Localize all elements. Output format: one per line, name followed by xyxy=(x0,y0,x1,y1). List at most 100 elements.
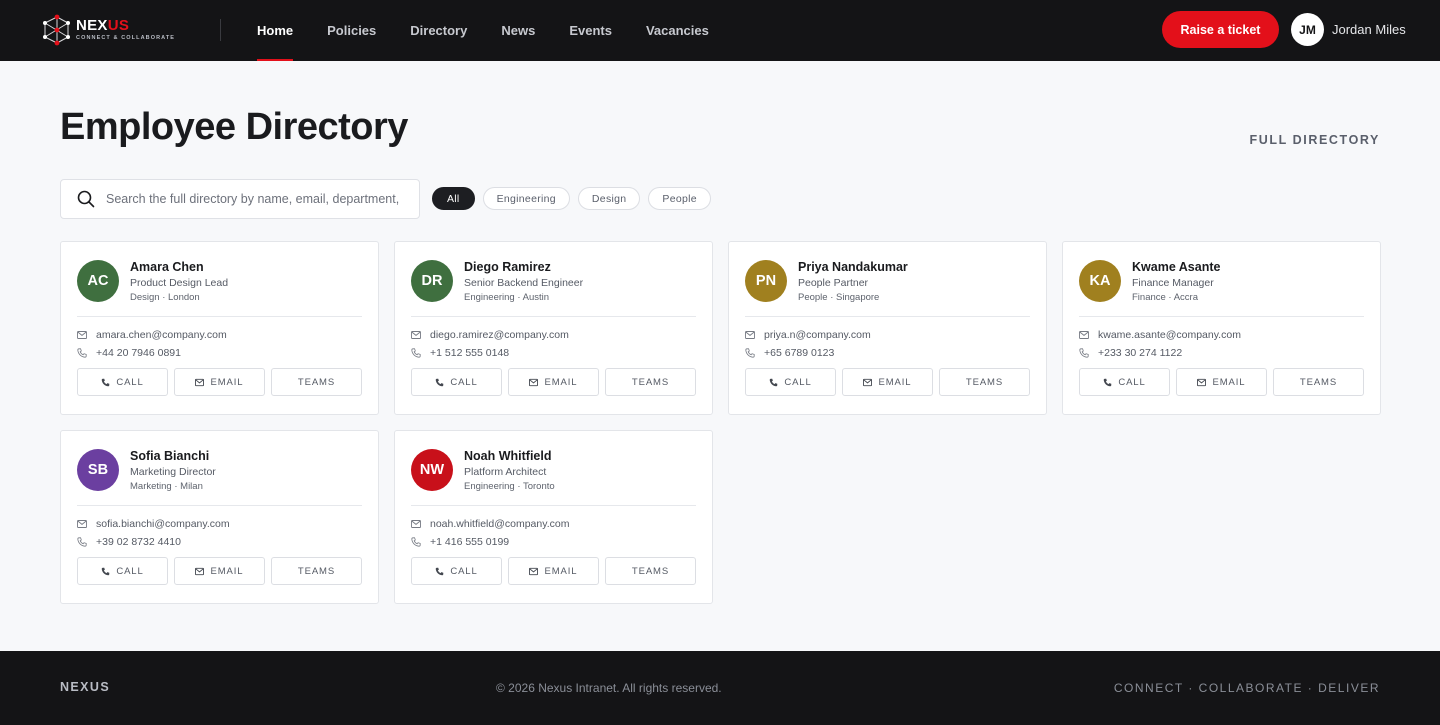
card-divider xyxy=(411,316,696,317)
teams-button[interactable]: TEAMS xyxy=(271,557,362,585)
employee-email-row: priya.n@company.com xyxy=(745,326,1030,344)
employee-card: KA Kwame Asante Finance Manager Finance · A… xyxy=(1062,241,1381,415)
footer-tagline: CONNECT · COLLABORATE · DELIVER xyxy=(1113,681,1380,695)
employee-email-row: noah.whitfield@company.com xyxy=(411,515,696,533)
employee-avatar: SB xyxy=(77,449,119,491)
employee-phone[interactable]: +65 6789 0123 xyxy=(764,347,834,359)
call-button[interactable]: CALL xyxy=(77,557,168,585)
mail-icon xyxy=(77,331,87,339)
employee-role: People Partner xyxy=(798,277,869,289)
employee-email-row: diego.ramirez@company.com xyxy=(411,326,696,344)
employee-email[interactable]: diego.ramirez@company.com xyxy=(430,329,569,341)
employee-avatar: NW xyxy=(411,449,453,491)
brand-logo[interactable]: NEXUS CONNECT & COLLABORATE xyxy=(40,13,175,47)
employee-role: Senior Backend Engineer xyxy=(464,277,584,289)
employee-avatar: KA xyxy=(1079,260,1121,302)
phone-icon xyxy=(1104,378,1112,386)
user-menu[interactable]: JM Jordan Miles xyxy=(1291,13,1406,46)
employee-name[interactable]: Noah Whitfield xyxy=(464,448,555,464)
phone-icon xyxy=(770,378,778,386)
employee-phone[interactable]: +1 416 555 0199 xyxy=(430,536,509,548)
filter-chip-all[interactable]: All xyxy=(432,187,475,210)
employee-department-location: People · Singapore xyxy=(798,292,880,303)
employee-phone[interactable]: +233 30 274 1122 xyxy=(1098,347,1182,359)
nav-item-home[interactable]: Home xyxy=(240,0,310,61)
teams-button[interactable]: TEAMS xyxy=(271,368,362,396)
employee-department-location: Finance · Accra xyxy=(1132,292,1198,303)
employee-name[interactable]: Priya Nandakumar xyxy=(798,259,908,275)
raise-ticket-button[interactable]: Raise a ticket xyxy=(1162,11,1279,48)
teams-button[interactable]: TEAMS xyxy=(605,557,696,585)
nav-item-events[interactable]: Events xyxy=(552,0,629,61)
email-button[interactable]: EMAIL xyxy=(1176,368,1267,396)
footer-copyright: © 2026 Nexus Intranet. All rights reserv… xyxy=(496,681,722,695)
employee-name[interactable]: Sofia Bianchi xyxy=(130,448,216,464)
teams-button[interactable]: TEAMS xyxy=(939,368,1030,396)
page-title: Employee Directory xyxy=(60,106,408,148)
mail-icon xyxy=(1197,378,1207,386)
phone-icon xyxy=(1079,348,1089,358)
mail-icon xyxy=(411,331,421,339)
employee-email-row: sofia.bianchi@company.com xyxy=(77,515,362,533)
phone-icon xyxy=(102,378,110,386)
phone-icon xyxy=(102,567,110,575)
employee-name[interactable]: Diego Ramirez xyxy=(464,259,583,275)
employee-avatar: PN xyxy=(745,260,787,302)
employee-phone-row: +39 02 8732 4410 xyxy=(77,533,362,551)
employee-email[interactable]: sofia.bianchi@company.com xyxy=(96,518,230,530)
employee-card: AC Amara Chen Product Design Lead Design · … xyxy=(60,241,379,415)
filter-chip-people[interactable]: People xyxy=(648,187,711,210)
nav-item-vacancies[interactable]: Vacancies xyxy=(629,0,726,61)
employee-email[interactable]: kwame.asante@company.com xyxy=(1098,329,1241,341)
search-input[interactable] xyxy=(106,192,402,206)
call-button[interactable]: CALL xyxy=(77,368,168,396)
employee-department-location: Design · London xyxy=(130,292,200,303)
call-button[interactable]: CALL xyxy=(411,557,502,585)
email-button[interactable]: EMAIL xyxy=(174,557,265,585)
employee-phone[interactable]: +39 02 8732 4410 xyxy=(96,536,181,548)
nav-item-directory[interactable]: Directory xyxy=(393,0,484,61)
directory-search xyxy=(60,179,420,219)
employee-phone-row: +44 20 7946 0891 xyxy=(77,344,362,362)
employee-department-location: Engineering · Austin xyxy=(464,292,550,303)
phone-icon xyxy=(436,378,444,386)
employee-role: Product Design Lead xyxy=(130,277,229,289)
email-button[interactable]: EMAIL xyxy=(508,368,599,396)
call-button[interactable]: CALL xyxy=(745,368,836,396)
employee-email[interactable]: noah.whitfield@company.com xyxy=(430,518,569,530)
employee-card: NW Noah Whitfield Platform Architect Engine… xyxy=(394,430,713,604)
call-button[interactable]: CALL xyxy=(411,368,502,396)
phone-icon xyxy=(77,537,87,547)
mail-icon xyxy=(195,567,205,575)
phone-icon xyxy=(436,567,444,575)
card-divider xyxy=(411,505,696,506)
phone-icon xyxy=(411,348,421,358)
card-divider xyxy=(1079,316,1364,317)
footer-brand: NEXUS xyxy=(60,680,111,694)
employee-phone[interactable]: +1 512 555 0148 xyxy=(430,347,509,359)
card-divider xyxy=(77,505,362,506)
filter-chips: All Engineering Design People xyxy=(432,187,711,210)
employee-name[interactable]: Kwame Asante xyxy=(1132,259,1220,275)
employee-name[interactable]: Amara Chen xyxy=(130,259,228,275)
email-button[interactable]: EMAIL xyxy=(842,368,933,396)
full-directory-link[interactable]: FULL DIRECTORY xyxy=(1249,133,1380,147)
mail-icon xyxy=(1079,331,1089,339)
user-avatar: JM xyxy=(1291,13,1324,46)
filter-chip-engineering[interactable]: Engineering xyxy=(482,187,570,210)
filter-chip-design[interactable]: Design xyxy=(577,187,641,210)
employee-phone[interactable]: +44 20 7946 0891 xyxy=(96,347,181,359)
employee-email[interactable]: priya.n@company.com xyxy=(764,329,871,341)
nav-item-news[interactable]: News xyxy=(484,0,552,61)
employee-email[interactable]: amara.chen@company.com xyxy=(96,329,227,341)
email-button[interactable]: EMAIL xyxy=(174,368,265,396)
teams-button[interactable]: TEAMS xyxy=(1273,368,1364,396)
nav-item-policies[interactable]: Policies xyxy=(310,0,393,61)
main-nav: Home Policies Directory News Events Vacancies xyxy=(240,0,726,61)
call-button[interactable]: CALL xyxy=(1079,368,1170,396)
header-divider xyxy=(220,19,221,41)
teams-button[interactable]: TEAMS xyxy=(605,368,696,396)
employee-email-row: amara.chen@company.com xyxy=(77,326,362,344)
email-button[interactable]: EMAIL xyxy=(508,557,599,585)
employee-email-row: kwame.asante@company.com xyxy=(1079,326,1364,344)
